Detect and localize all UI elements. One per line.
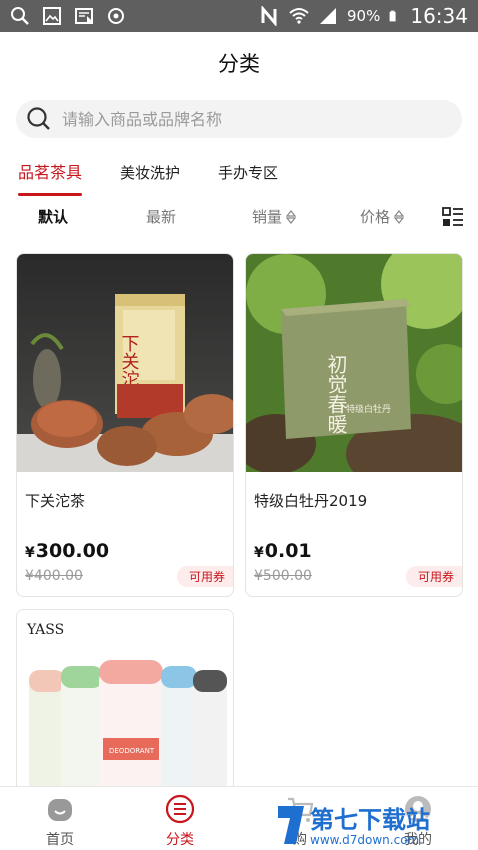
- price-value: 0.01: [264, 540, 312, 562]
- layout-toggle-icon[interactable]: [442, 206, 464, 228]
- nav-category-label: 分类: [166, 832, 194, 848]
- sort-newest-label: 最新: [146, 208, 177, 226]
- sort-newest[interactable]: 最新: [146, 206, 176, 227]
- page-header: 分类: [0, 32, 478, 94]
- product-image: 初觉春暖 特级白牡丹: [246, 254, 462, 472]
- product-name: 下关沱茶: [25, 492, 86, 510]
- sort-price-label: 价格: [360, 208, 391, 226]
- currency-symbol: ¥: [254, 545, 264, 561]
- clock: 16:34: [410, 4, 468, 28]
- watermark-title: 第七下载站: [310, 806, 430, 834]
- nav-home[interactable]: 首页: [0, 787, 120, 850]
- tab-beauty[interactable]: 美妆洗护: [120, 160, 180, 192]
- product-price: ¥0.01: [254, 540, 312, 562]
- battery-icon: [389, 10, 396, 22]
- category-tabs: 品茗茶具 美妆洗护 手办专区: [18, 160, 316, 196]
- watermark-logo: 第七下载站 www.d7down.com: [278, 806, 430, 847]
- original-price: ¥400.00: [25, 568, 83, 584]
- home-icon: [48, 799, 72, 821]
- nav-home-label: 首页: [46, 832, 74, 848]
- product-label: DEODORANT: [109, 747, 155, 755]
- news-icon: [75, 8, 93, 24]
- page-title: 分类: [218, 52, 260, 76]
- tea-box-image: 初觉春暖 特级白牡丹: [246, 254, 462, 472]
- product-image: 下关沱茶: [17, 254, 233, 472]
- original-price: ¥500.00: [254, 568, 312, 584]
- tab-figures[interactable]: 手办专区: [218, 160, 278, 192]
- signal-icon: [320, 8, 337, 24]
- image-icon: [43, 7, 61, 25]
- product-image: YASS DEODORANT: [17, 610, 233, 798]
- sort-sales[interactable]: 销量: [252, 206, 297, 227]
- search-bar[interactable]: [16, 100, 462, 138]
- category-icon: [165, 794, 195, 824]
- product-name: 特级白牡丹2019: [254, 492, 368, 510]
- currency-symbol: ¥: [25, 545, 35, 561]
- nfc-icon: [261, 6, 277, 26]
- product-card[interactable]: 初觉春暖 特级白牡丹 特级白牡丹2019 ¥0.01 ¥500.00 可用券: [245, 253, 463, 597]
- sort-bar: 默认 最新 销量 价格: [0, 206, 478, 234]
- box-subcaption: 特级白牡丹: [346, 403, 391, 415]
- status-bar: 90% 16:34: [0, 0, 478, 32]
- product-card[interactable]: YASS DEODORANT: [16, 609, 234, 799]
- product-card[interactable]: 下关沱茶 下关沱茶 ¥300.00 ¥400.00 可用券: [16, 253, 234, 597]
- tea-package-image: 下关沱茶: [17, 254, 233, 472]
- status-bar-right: 90% 16:34: [260, 4, 468, 28]
- coupon-badge[interactable]: 可用券: [176, 566, 233, 587]
- status-bar-left: [10, 6, 126, 26]
- search-icon: [27, 107, 50, 130]
- sort-price[interactable]: 价格: [360, 206, 405, 227]
- sort-default[interactable]: 默认: [38, 206, 68, 227]
- sort-arrows-icon: [394, 209, 405, 224]
- sort-arrows-icon: [286, 209, 297, 224]
- coupon-badge[interactable]: 可用券: [405, 566, 462, 587]
- deodorant-image: YASS DEODORANT: [17, 610, 233, 798]
- watermark-url: www.d7down.com: [310, 833, 419, 847]
- product-price: ¥300.00: [25, 540, 109, 562]
- search-input[interactable]: [62, 109, 422, 129]
- search-icon: [11, 7, 29, 25]
- sort-default-label: 默认: [38, 208, 69, 226]
- brand-logo: YASS: [26, 622, 64, 638]
- sort-sales-label: 销量: [252, 208, 283, 226]
- battery-percent: 90%: [347, 7, 381, 25]
- price-value: 300.00: [35, 540, 110, 562]
- nav-category[interactable]: 分类: [120, 787, 240, 850]
- wifi-icon: [289, 8, 309, 24]
- tab-tea[interactable]: 品茗茶具: [18, 160, 83, 196]
- target-icon: [108, 8, 124, 24]
- box-caption: 初觉春暖: [324, 354, 348, 434]
